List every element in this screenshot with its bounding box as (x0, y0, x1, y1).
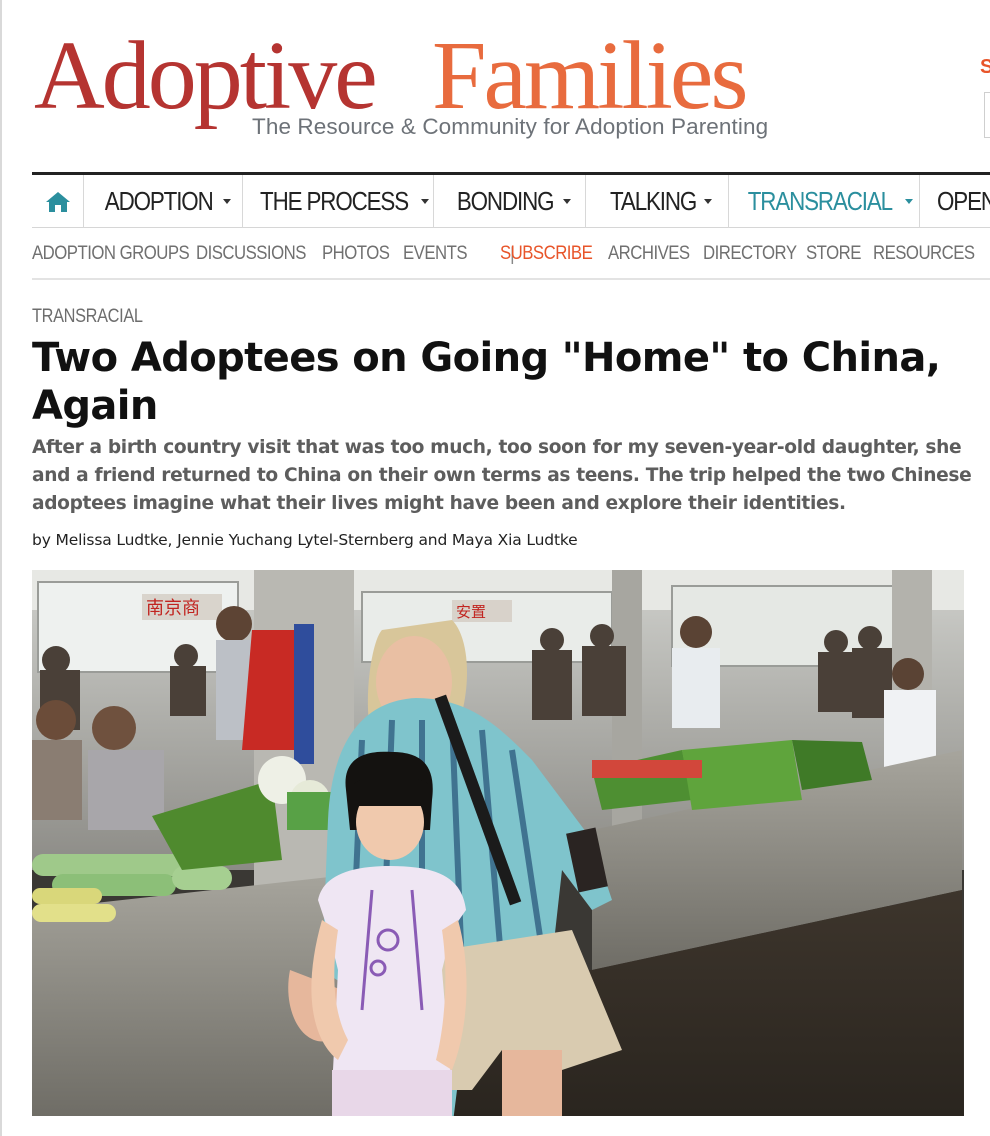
chevron-down-icon (562, 199, 571, 204)
header-cutoff-link[interactable]: S (980, 56, 990, 79)
page-left-border (0, 0, 2, 1136)
subnav-adoption-groups[interactable]: ADOPTION GROUPS (32, 242, 190, 265)
subnav-photos[interactable]: PHOTOS (322, 242, 390, 265)
article-category[interactable]: TRANSRACIAL (32, 306, 143, 328)
market-sign-2: 安置 (456, 603, 486, 621)
nav-item-label: ADOPTION (105, 186, 214, 216)
subnav-events[interactable]: EVENTS (403, 242, 468, 265)
subnav-subscribe[interactable]: SUBSCRIBE (500, 242, 593, 265)
nav-item-bonding[interactable]: BONDING (435, 175, 586, 228)
subnav-discussions[interactable]: DISCUSSIONS (196, 242, 306, 265)
nav-item-label: BONDING (457, 186, 555, 216)
nav-item-transracial[interactable]: TRANSRACIAL (730, 175, 920, 228)
subnav-directory[interactable]: DIRECTORY (703, 242, 797, 265)
chevron-down-icon (421, 199, 430, 204)
chevron-down-icon (222, 199, 231, 204)
nav-item-open[interactable]: OPEN (921, 175, 990, 228)
nav-item-label: THE PROCESS (259, 186, 409, 216)
nav-item-label: TRANSRACIAL (747, 186, 893, 216)
market-photo-illustration: 南京商 安置 (32, 570, 964, 1116)
logo-tagline: The Resource & Community for Adoption Pa… (252, 114, 769, 139)
nav-item-the-process[interactable]: THE PROCESS (244, 175, 434, 228)
subnav-archives[interactable]: ARCHIVES (608, 242, 690, 265)
main-nav: ADOPTION THE PROCESS BONDING TALKING TRA… (32, 172, 990, 228)
chevron-down-icon (904, 199, 913, 204)
secondary-nav: ADOPTION GROUPS DISCUSSIONS PHOTOS EVENT… (32, 232, 990, 280)
header-search-box[interactable] (984, 92, 990, 138)
article-hero-photo: 南京商 安置 (32, 570, 964, 1116)
site-logo[interactable]: Adoptive Families The Resource & Communi… (34, 18, 854, 148)
home-icon (45, 191, 70, 212)
nav-item-label: TALKING (609, 186, 697, 216)
market-sign-1: 南京商 (146, 598, 200, 619)
article-byline: by Melissa Ludtke, Jennie Yuchang Lytel-… (32, 531, 578, 549)
nav-item-label: OPEN (937, 186, 990, 216)
nav-item-talking[interactable]: TALKING (587, 175, 729, 228)
subnav-store[interactable]: STORE (806, 242, 861, 265)
article-dek: After a birth country visit that was too… (32, 437, 972, 514)
subnav-resources[interactable]: RESOURCES (873, 242, 975, 265)
nav-item-adoption[interactable]: ADOPTION (85, 175, 243, 228)
article-title: Two Adoptees on Going "Home" to China, A… (32, 335, 941, 429)
chevron-down-icon (704, 199, 713, 204)
nav-home-button[interactable] (32, 175, 84, 228)
